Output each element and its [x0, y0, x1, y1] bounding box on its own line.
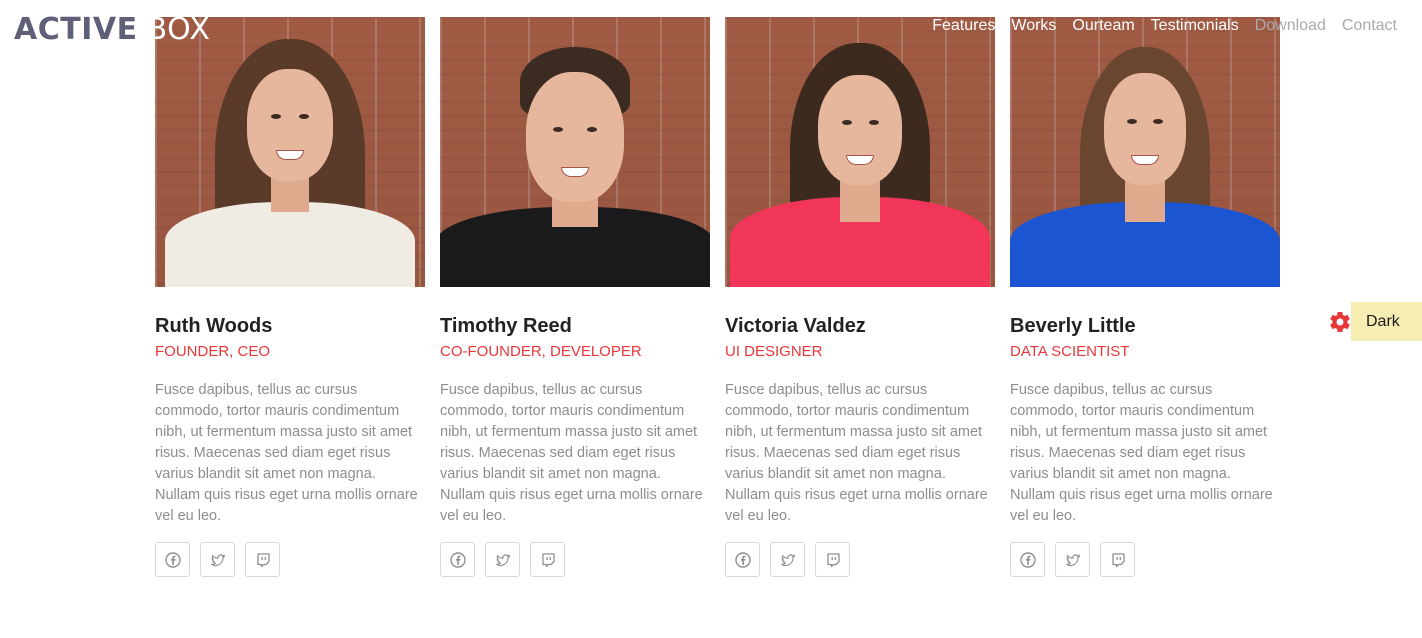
- member-bio: Fusce dapibus, tellus ac cursus commodo,…: [155, 382, 418, 524]
- twitch-button[interactable]: [815, 542, 850, 577]
- team-member-card: Beverly Little DATA SCIENTIST Fusce dapi…: [1010, 17, 1280, 577]
- social-links: [725, 542, 995, 577]
- member-role: FOUNDER, CEO: [155, 343, 271, 360]
- social-links: [155, 542, 425, 577]
- twitch-icon: [826, 552, 840, 567]
- member-role: UI DESIGNER: [725, 343, 823, 360]
- facebook-icon: [734, 551, 751, 568]
- member-photo: [155, 17, 425, 287]
- member-name: Victoria Valdez: [725, 315, 866, 337]
- facebook-icon: [449, 551, 466, 568]
- twitter-icon: [210, 553, 225, 566]
- member-name: Ruth Woods: [155, 315, 273, 337]
- facebook-button[interactable]: [155, 542, 190, 577]
- social-links: [440, 542, 710, 577]
- twitter-button[interactable]: [485, 542, 520, 577]
- member-photo: [440, 17, 710, 287]
- facebook-button[interactable]: [725, 542, 760, 577]
- facebook-button[interactable]: [440, 542, 475, 577]
- twitter-button[interactable]: [770, 542, 805, 577]
- twitter-icon: [780, 553, 795, 566]
- team-member-card: Victoria Valdez UI DESIGNER Fusce dapibu…: [725, 17, 995, 577]
- main-nav: Features Works Ourteam Testimonials Down…: [932, 17, 1397, 39]
- gear-icon: [1330, 311, 1350, 332]
- member-photo: [725, 17, 995, 287]
- member-bio: Fusce dapibus, tellus ac cursus commodo,…: [440, 382, 703, 524]
- twitch-button[interactable]: [530, 542, 565, 577]
- dark-mode-toggle[interactable]: Dark: [1328, 302, 1422, 341]
- twitch-icon: [1111, 552, 1125, 567]
- twitch-icon: [256, 552, 270, 567]
- twitter-icon: [1065, 553, 1080, 566]
- nav-link-testimonials[interactable]: Testimonials: [1151, 17, 1239, 39]
- member-bio: Fusce dapibus, tellus ac cursus commodo,…: [725, 382, 988, 524]
- member-bio: Fusce dapibus, tellus ac cursus commodo,…: [1010, 382, 1273, 524]
- nav-link-download[interactable]: Download: [1255, 17, 1326, 39]
- twitter-button[interactable]: [200, 542, 235, 577]
- facebook-icon: [164, 551, 181, 568]
- nav-link-works[interactable]: Works: [1011, 17, 1056, 39]
- twitch-button[interactable]: [245, 542, 280, 577]
- nav-link-ourteam[interactable]: Ourteam: [1072, 17, 1134, 39]
- social-links: [1010, 542, 1280, 577]
- twitter-button[interactable]: [1055, 542, 1090, 577]
- twitter-icon: [495, 553, 510, 566]
- member-photo: [1010, 17, 1280, 287]
- logo[interactable]: ACTIVE BOX: [14, 11, 211, 47]
- member-role: DATA SCIENTIST: [1010, 343, 1130, 360]
- member-name: Beverly Little: [1010, 315, 1136, 337]
- logo-light-text: BOX: [146, 11, 211, 47]
- member-role: CO-FOUNDER, DEVELOPER: [440, 343, 642, 360]
- team-member-card: Ruth Woods FOUNDER, CEO Fusce dapibus, t…: [155, 17, 425, 577]
- facebook-icon: [1019, 551, 1036, 568]
- team-section: Ruth Woods FOUNDER, CEO Fusce dapibus, t…: [155, 17, 1280, 577]
- team-member-card: Timothy Reed CO-FOUNDER, DEVELOPER Fusce…: [440, 17, 710, 577]
- twitch-icon: [541, 552, 555, 567]
- logo-strong-text: ACTIVE: [14, 11, 138, 47]
- facebook-button[interactable]: [1010, 542, 1045, 577]
- dark-mode-label: Dark: [1351, 302, 1422, 341]
- twitch-button[interactable]: [1100, 542, 1135, 577]
- member-name: Timothy Reed: [440, 315, 572, 337]
- nav-link-features[interactable]: Features: [932, 17, 995, 39]
- nav-link-contact[interactable]: Contact: [1342, 17, 1397, 39]
